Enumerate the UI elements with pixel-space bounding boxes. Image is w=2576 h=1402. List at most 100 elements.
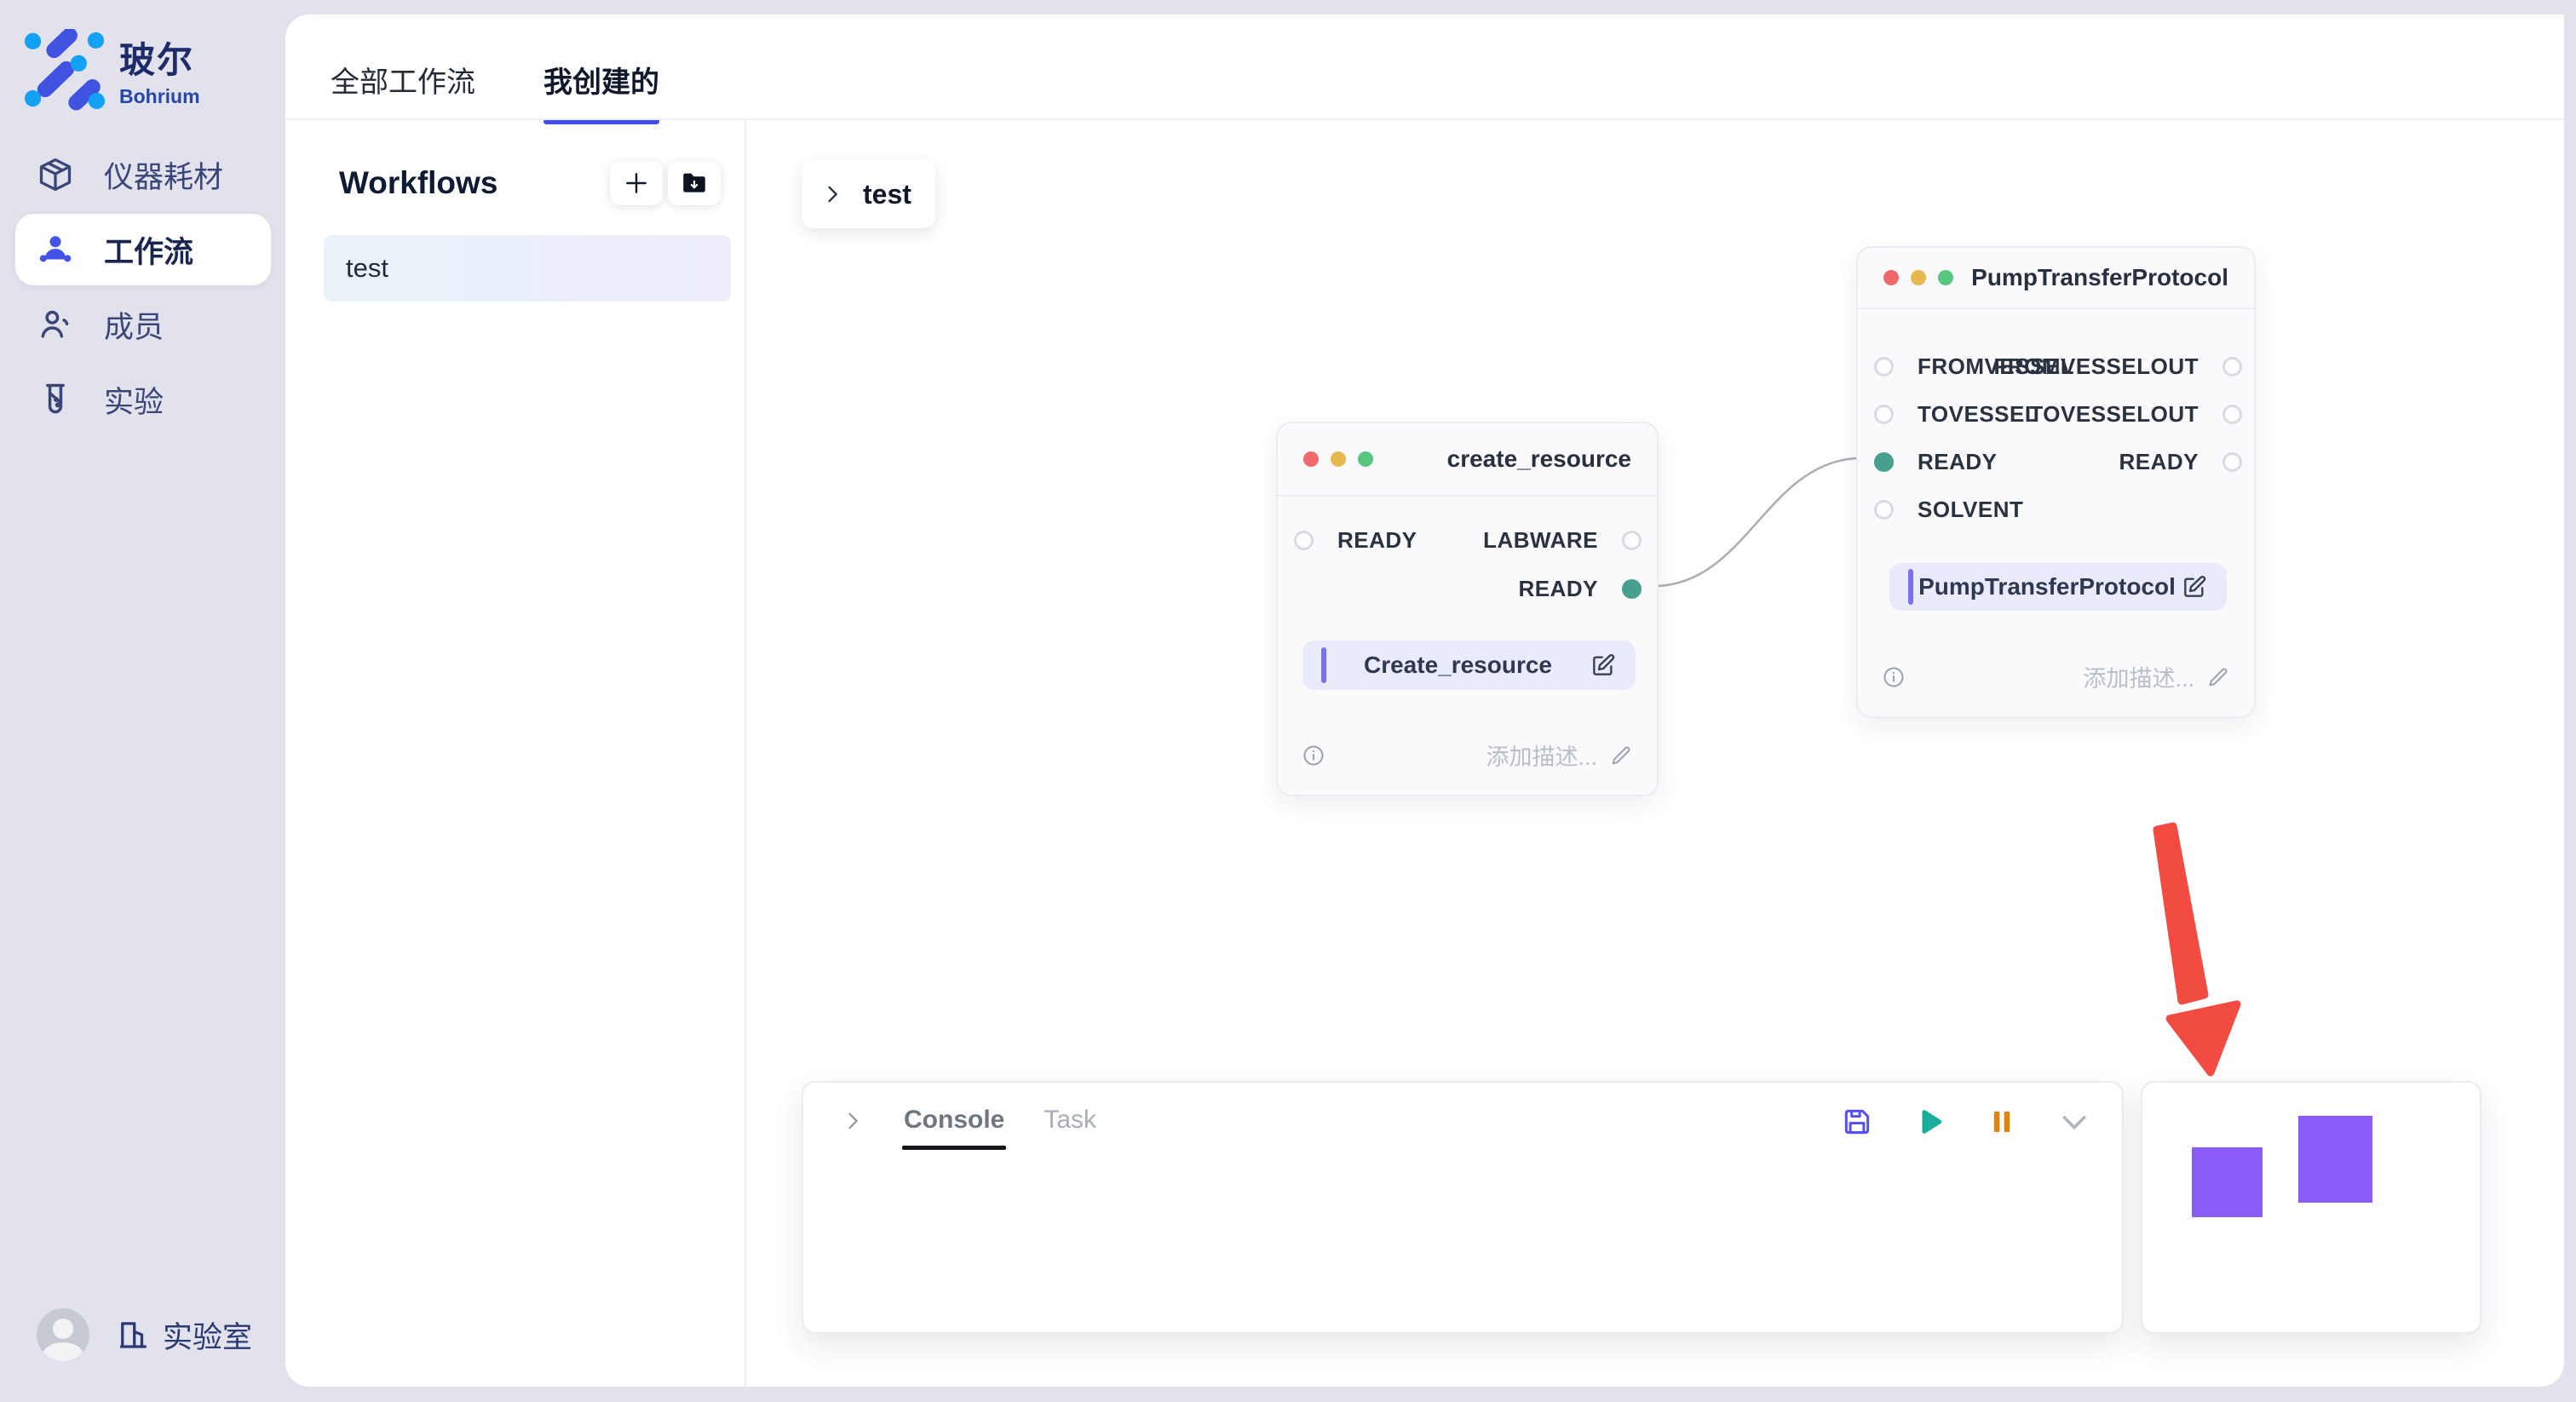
- pencil-icon[interactable]: [2206, 665, 2230, 689]
- port-input-ready[interactable]: READY: [1874, 449, 1998, 475]
- node-header: create_resource: [1278, 423, 1657, 497]
- edit-icon[interactable]: [1590, 652, 1617, 679]
- bohrium-logo-icon: [24, 29, 106, 111]
- lab-label: 实验室: [163, 1313, 252, 1357]
- breadcrumb-label: test: [863, 179, 911, 210]
- save-button[interactable]: [1841, 1106, 1873, 1138]
- console-header: Console Task: [803, 1083, 2122, 1151]
- sidebar-item-label: 工作流: [104, 228, 193, 272]
- port-circle[interactable]: [1874, 357, 1894, 376]
- package-icon: [36, 155, 75, 194]
- sidebar-item-members[interactable]: 成员: [15, 289, 271, 360]
- window-dots: [1883, 270, 1953, 285]
- import-folder-button[interactable]: [668, 161, 721, 205]
- play-icon: [1914, 1106, 1946, 1138]
- sidebar: 玻尔 Bohrium 仪器耗材: [0, 0, 285, 1402]
- edit-icon[interactable]: [2181, 573, 2208, 600]
- building-icon: [115, 1317, 151, 1353]
- port-input-tovessel[interactable]: TOVESSEL: [1874, 401, 2038, 428]
- sidebar-footer: 实验室: [37, 1308, 252, 1361]
- sidebar-item-experiments[interactable]: 实验: [15, 364, 271, 435]
- chevron-right-icon[interactable]: [841, 1109, 865, 1133]
- port-circle[interactable]: [2222, 452, 2242, 472]
- dot-red-icon: [1303, 451, 1319, 467]
- port-circle[interactable]: [2222, 405, 2242, 424]
- console-actions: [1841, 1105, 2091, 1139]
- node-title: PumpTransferProtocol: [1971, 264, 2228, 291]
- dot-red-icon: [1883, 270, 1899, 285]
- main-content: 全部工作流 我创建的 Workflows test: [285, 14, 2564, 1387]
- add-workflow-button[interactable]: [610, 161, 663, 205]
- node-header: PumpTransferProtocol: [1858, 248, 2254, 309]
- experiment-icon: [36, 380, 75, 419]
- port-output-ready[interactable]: READY: [1518, 576, 1642, 602]
- collapse-button[interactable]: [2057, 1105, 2091, 1139]
- workflow-panel-header: Workflows: [339, 161, 721, 205]
- dot-green-icon: [1358, 451, 1373, 467]
- info-icon[interactable]: [1302, 744, 1325, 767]
- app-logo: 玻尔 Bohrium: [24, 29, 200, 111]
- port-circle[interactable]: [1622, 531, 1642, 550]
- workflow-name: test: [346, 253, 388, 284]
- run-button[interactable]: [1914, 1106, 1946, 1138]
- console-panel: Console Task: [802, 1081, 2124, 1334]
- tab-task[interactable]: Task: [1044, 1106, 1096, 1150]
- sidebar-item-label: 仪器耗材: [104, 153, 223, 197]
- window-dots: [1303, 451, 1373, 467]
- minimap-node: [2298, 1116, 2372, 1203]
- save-icon: [1841, 1106, 1873, 1138]
- sidebar-item-workflows[interactable]: 工作流: [15, 214, 271, 285]
- folder-download-icon: [680, 169, 709, 198]
- port-output-tovesselout[interactable]: TOVESSELOUT: [2029, 401, 2242, 428]
- port-circle-connected[interactable]: [1622, 579, 1642, 599]
- sidebar-item-label: 实验: [104, 378, 164, 422]
- info-icon[interactable]: [1882, 665, 1906, 689]
- chevron-right-icon: [820, 182, 844, 206]
- node-pump-transfer-protocol[interactable]: PumpTransferProtocol FROMVESSEL TOVESSEL…: [1856, 246, 2256, 718]
- breadcrumb[interactable]: test: [802, 160, 935, 228]
- port-output-fromvesselout[interactable]: FROMVESSELOUT: [1993, 353, 2242, 380]
- port-circle[interactable]: [1874, 500, 1894, 520]
- port-circle-connected[interactable]: [1874, 452, 1894, 472]
- pause-button[interactable]: [1987, 1107, 2016, 1136]
- port-circle[interactable]: [2222, 357, 2242, 376]
- port-input-solvent[interactable]: SOLVENT: [1874, 497, 2023, 523]
- port-output-ready[interactable]: READY: [2119, 449, 2242, 475]
- port-circle[interactable]: [1294, 531, 1314, 550]
- sidebar-item-instruments[interactable]: 仪器耗材: [15, 139, 271, 210]
- edge-create-to-pump: [1659, 458, 1856, 586]
- sidebar-item-label: 成员: [104, 303, 164, 347]
- node-footer: 添加描述...: [1858, 660, 2254, 693]
- description-placeholder[interactable]: 添加描述...: [2083, 660, 2194, 693]
- dot-yellow-icon: [1911, 270, 1926, 285]
- node-action-button[interactable]: PumpTransferProtocol: [1889, 563, 2227, 611]
- lab-switcher[interactable]: 实验室: [115, 1313, 252, 1357]
- node-title: create_resource: [1447, 445, 1631, 473]
- pencil-icon[interactable]: [1609, 744, 1633, 767]
- workflow-list-item[interactable]: test: [324, 235, 731, 302]
- dot-green-icon: [1938, 270, 1953, 285]
- minimap-node: [2192, 1147, 2263, 1217]
- workflow-icon: [36, 230, 75, 269]
- app-title: 玻尔: [119, 32, 200, 83]
- port-circle[interactable]: [1874, 405, 1894, 424]
- plus-icon: [623, 170, 650, 197]
- workflow-tabs: 全部工作流 我创建的: [331, 59, 659, 124]
- minimap[interactable]: [2141, 1081, 2481, 1334]
- avatar[interactable]: [37, 1308, 89, 1361]
- members-icon: [36, 305, 75, 344]
- port-output-labware[interactable]: LABWARE: [1483, 527, 1642, 554]
- pause-icon: [1987, 1107, 2016, 1136]
- chevron-down-icon: [2057, 1105, 2091, 1139]
- node-footer: 添加描述...: [1278, 738, 1657, 772]
- node-create-resource[interactable]: create_resource READY LABWARE READY Crea…: [1276, 422, 1659, 796]
- node-action-button[interactable]: Create_resource: [1302, 641, 1636, 690]
- tab-all-workflows[interactable]: 全部工作流: [331, 59, 475, 124]
- tab-my-created[interactable]: 我创建的: [543, 59, 659, 124]
- tab-console[interactable]: Console: [904, 1106, 1004, 1150]
- panel-title: Workflows: [339, 165, 497, 201]
- dot-yellow-icon: [1331, 451, 1346, 467]
- app-subtitle: Bohrium: [119, 85, 200, 108]
- port-input-ready[interactable]: READY: [1294, 527, 1417, 554]
- description-placeholder[interactable]: 添加描述...: [1486, 738, 1597, 772]
